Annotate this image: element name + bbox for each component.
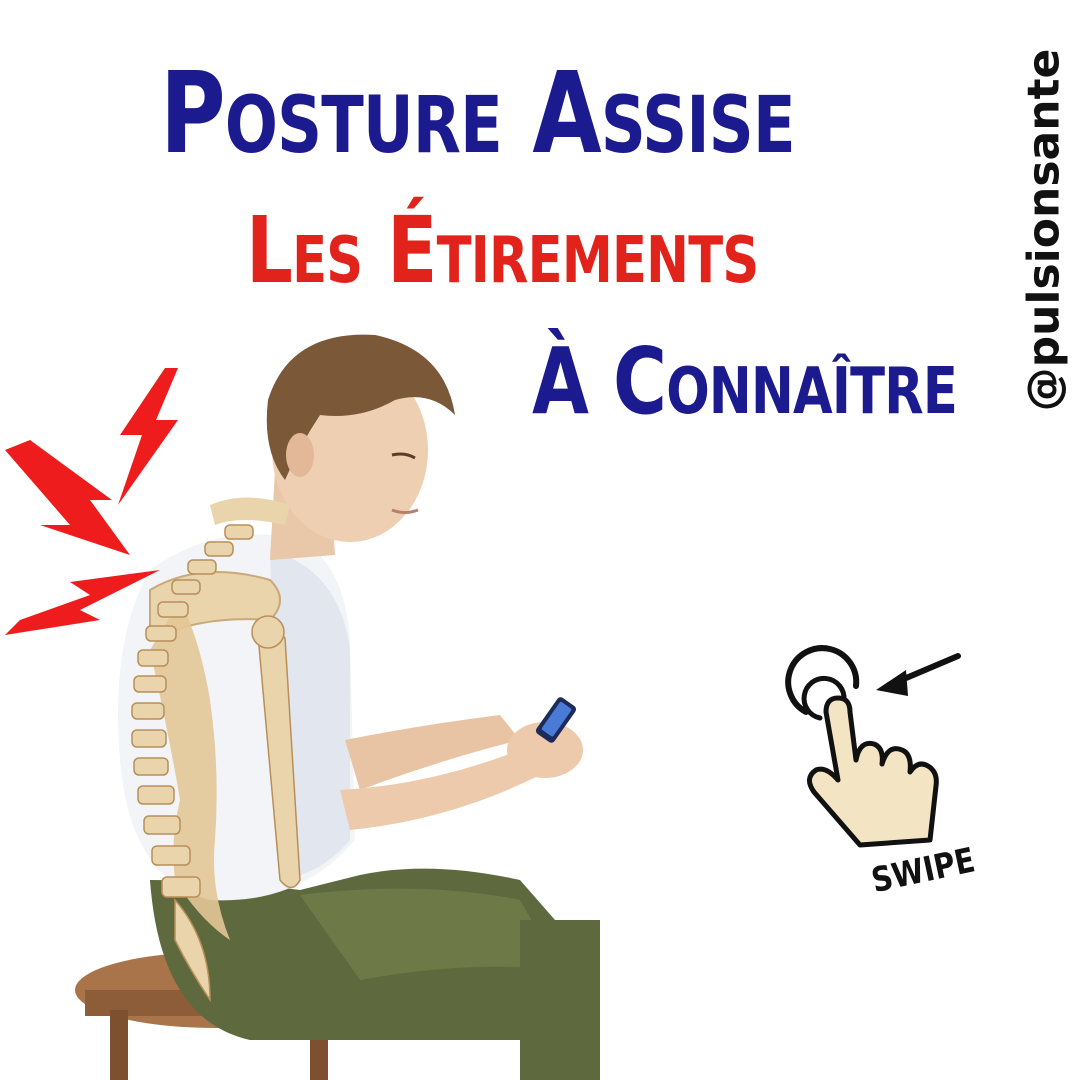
page: Posture Assise Les Étirements À Connaîtr…: [0, 0, 1080, 1080]
tap-hand-icon: [785, 645, 961, 848]
arrow-icon: [876, 653, 961, 696]
title-les-etirements: Les Étirements: [246, 197, 759, 304]
arms: [340, 697, 583, 830]
instagram-handle: @pulsionsante: [1018, 48, 1070, 412]
title-posture-assise: Posture Assise: [160, 49, 796, 179]
seated-man-spine-illustration: [5, 334, 600, 1080]
head: [266, 334, 455, 560]
